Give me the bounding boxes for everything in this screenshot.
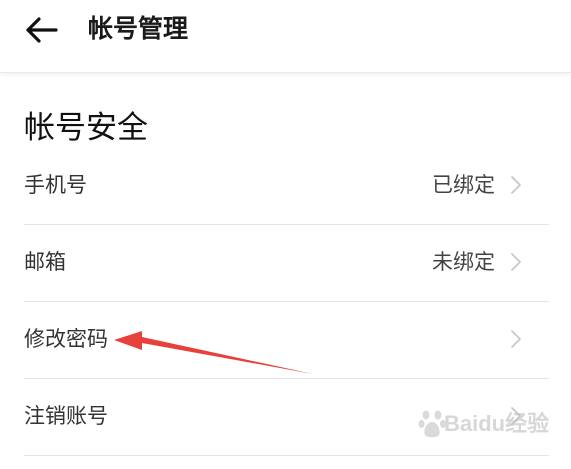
- section-title-account-security: 帐号安全: [24, 110, 148, 146]
- settings-row-email[interactable]: 邮箱 未绑定: [24, 225, 549, 302]
- row-status: 已绑定: [432, 173, 495, 197]
- settings-row-change-password[interactable]: 修改密码: [24, 302, 549, 379]
- top-app-bar: 帐号管理: [0, 0, 571, 73]
- row-label: 注销账号: [24, 404, 108, 428]
- arrow-left-icon: [26, 17, 58, 43]
- account-management-screen: 帐号管理 帐号安全 手机号 已绑定 邮箱 未绑定 修改密码 注销账号 Baidu…: [0, 0, 571, 469]
- baidu-jingyan-watermark: Baidu经验: [418, 404, 568, 448]
- row-label: 手机号: [24, 173, 87, 197]
- row-status: 未绑定: [432, 250, 495, 274]
- back-button[interactable]: [18, 10, 68, 50]
- watermark-text: Baidu经验: [444, 411, 550, 436]
- chevron-right-icon: [511, 330, 521, 348]
- chevron-right-icon: [511, 176, 521, 194]
- chevron-right-icon: [511, 253, 521, 271]
- page-title: 帐号管理: [88, 14, 189, 43]
- row-label: 修改密码: [24, 327, 108, 351]
- settings-row-phone[interactable]: 手机号 已绑定: [24, 148, 549, 225]
- row-label: 邮箱: [24, 250, 66, 274]
